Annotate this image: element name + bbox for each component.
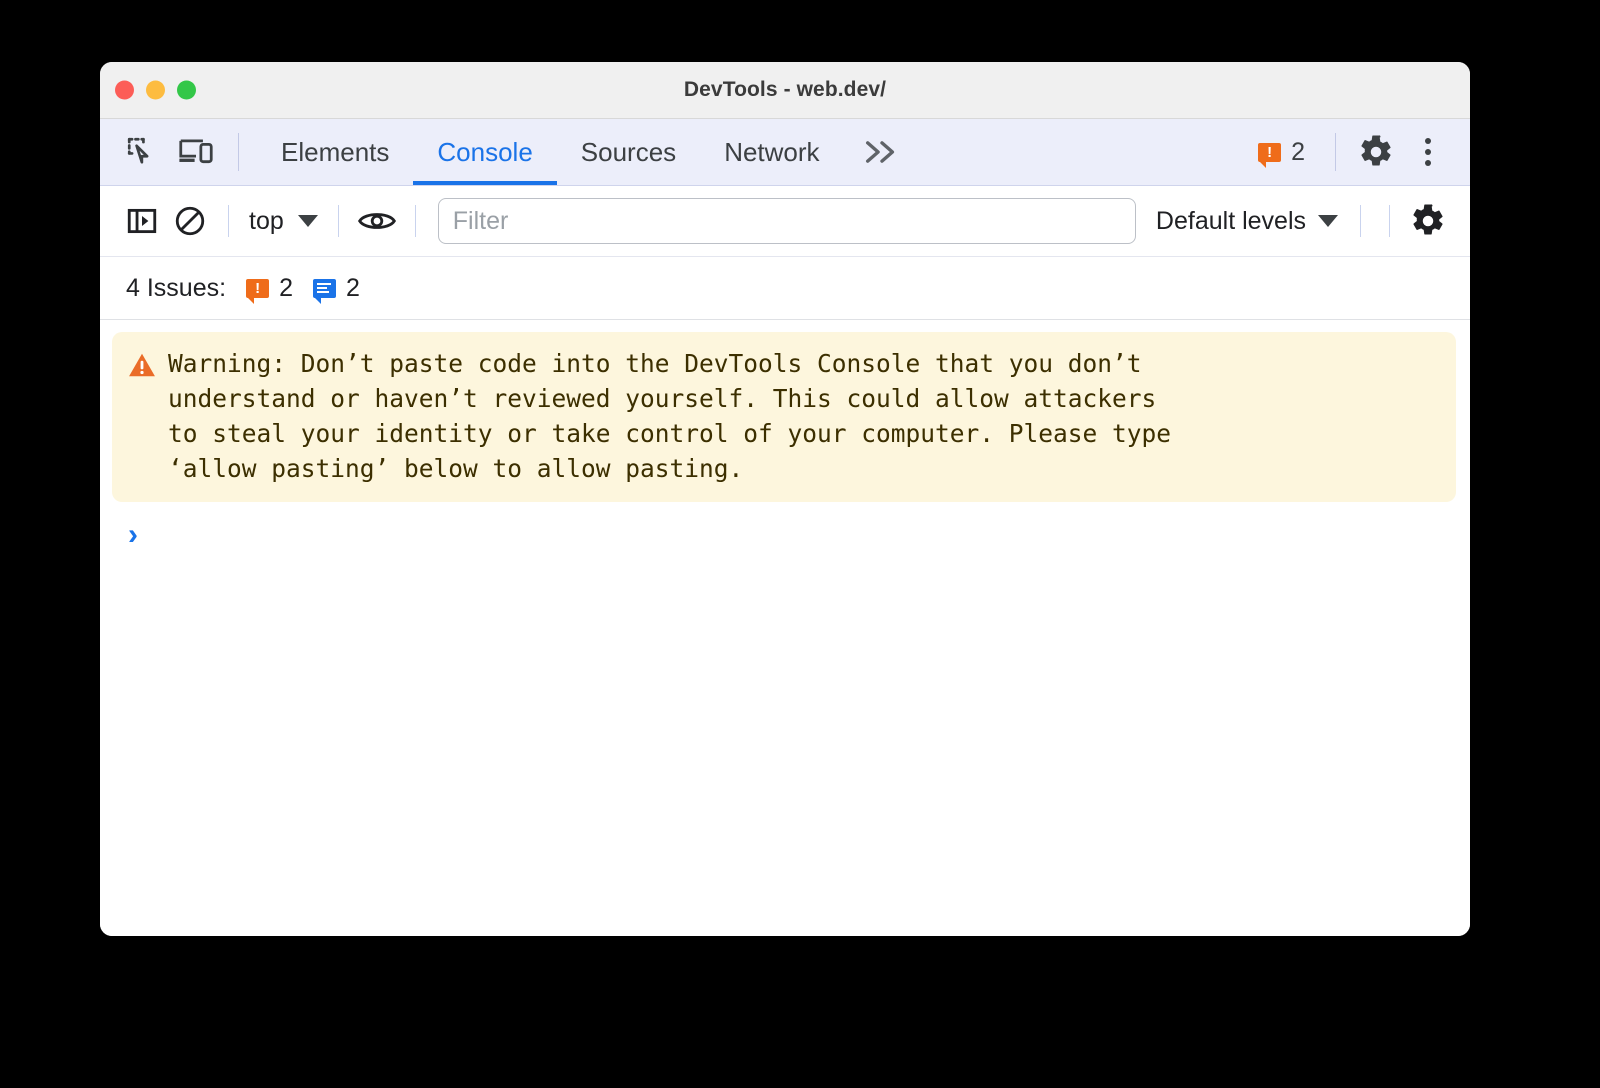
tab-console[interactable]: Console <box>413 119 558 185</box>
screenshot-root: DevTools - web.dev/ Elements Console Sou… <box>0 0 1600 1088</box>
clear-console-icon[interactable] <box>166 197 214 245</box>
log-level-selector[interactable]: Default levels <box>1148 207 1346 236</box>
kebab-dots <box>1425 138 1431 166</box>
warning-count-value: 2 <box>1291 137 1305 166</box>
console-toolbar: top Default levels <box>100 186 1470 257</box>
bubble-lines <box>317 283 332 293</box>
toolbar-divider-1 <box>228 205 229 237</box>
tab-elements-label: Elements <box>281 136 390 167</box>
maximize-button[interactable] <box>177 80 196 100</box>
issues-bar[interactable]: 4 Issues: ! 2 2 <box>100 257 1470 320</box>
inspect-element-icon[interactable] <box>118 128 166 176</box>
warning-count-badge[interactable]: ! 2 <box>1244 137 1319 168</box>
tab-sources-label: Sources <box>580 136 677 167</box>
tabbar-divider <box>238 133 239 171</box>
toolbar-divider-4 <box>1360 205 1361 237</box>
tab-network-label: Network <box>724 136 820 167</box>
tabbar-left-tools <box>100 119 251 185</box>
issues-warning-group[interactable]: ! 2 <box>246 273 293 304</box>
console-message-list: Warning: Don’t paste code into the DevTo… <box>100 320 1470 936</box>
console-warning-message: Warning: Don’t paste code into the DevTo… <box>112 332 1456 502</box>
devtools-window: DevTools - web.dev/ Elements Console Sou… <box>100 62 1470 936</box>
console-warning-text: Warning: Don’t paste code into the DevTo… <box>168 349 1172 483</box>
toolbar-divider-3 <box>414 205 416 237</box>
warning-bubble-icon: ! <box>1258 142 1282 168</box>
log-level-value: Default levels <box>1155 206 1306 235</box>
tabbar-right-tools: ! 2 <box>1244 119 1470 185</box>
filter-input[interactable] <box>437 198 1136 244</box>
exclamation-glyph: ! <box>1267 143 1273 161</box>
console-sidebar-icon[interactable] <box>118 197 166 245</box>
more-tabs-icon[interactable] <box>844 119 920 185</box>
tabbar-right-divider <box>1335 133 1336 171</box>
issues-info-group[interactable]: 2 <box>312 273 360 304</box>
tab-console-label: Console <box>437 136 533 167</box>
prompt-chevron-icon: › <box>128 518 138 551</box>
execution-context-selector[interactable]: top <box>243 207 324 236</box>
devtools-tabbar: Elements Console Sources Network ! 2 <box>100 119 1470 186</box>
info-bubble-icon <box>312 278 336 304</box>
chevron-down-icon <box>1318 215 1338 227</box>
tab-network[interactable]: Network <box>700 119 843 185</box>
device-toolbar-icon[interactable] <box>172 128 220 176</box>
warning-bubble-icon: ! <box>246 278 270 304</box>
tab-elements[interactable]: Elements <box>257 119 413 185</box>
warning-triangle-icon <box>128 352 156 383</box>
gear-icon[interactable] <box>1352 128 1400 176</box>
issues-warning-count: 2 <box>279 273 293 302</box>
live-expression-icon[interactable] <box>353 197 401 245</box>
panel-tabs: Elements Console Sources Network <box>257 119 920 185</box>
tab-sources[interactable]: Sources <box>557 119 700 185</box>
toolbar-divider-5 <box>1389 205 1390 237</box>
chevron-down-icon <box>297 215 318 227</box>
console-settings-gear-icon[interactable] <box>1404 197 1452 245</box>
minimize-button[interactable] <box>146 80 165 100</box>
window-titlebar: DevTools - web.dev/ <box>100 62 1470 119</box>
kebab-menu-icon[interactable] <box>1404 128 1452 176</box>
exclamation-glyph: ! <box>255 279 261 297</box>
close-button[interactable] <box>115 80 134 100</box>
toolbar-divider-2 <box>337 205 339 237</box>
execution-context-value: top <box>249 206 284 235</box>
issues-info-count: 2 <box>345 273 360 302</box>
console-prompt[interactable]: › <box>100 502 1470 550</box>
window-title: DevTools - web.dev/ <box>683 78 887 101</box>
window-controls <box>115 80 196 100</box>
issues-label: 4 Issues: <box>126 273 227 302</box>
